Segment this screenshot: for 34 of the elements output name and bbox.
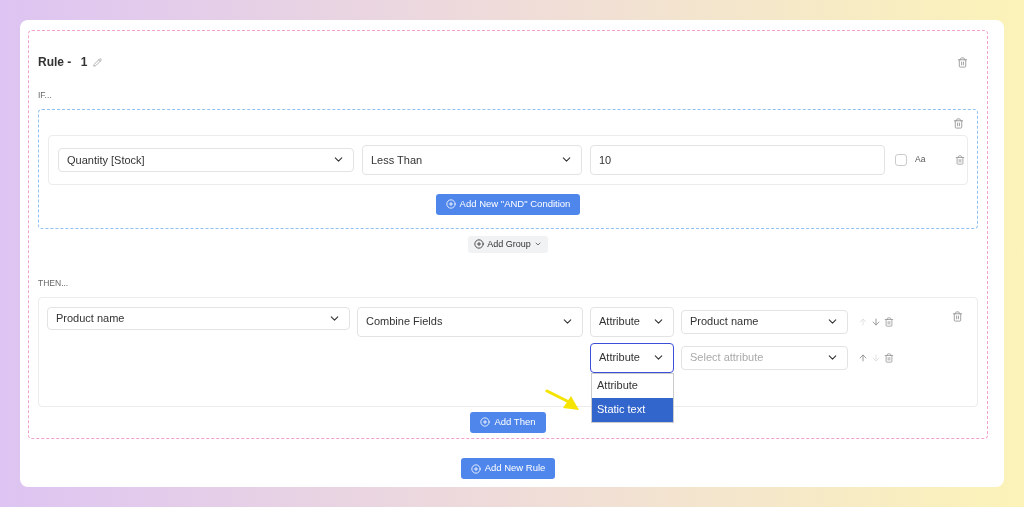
plus-circle-icon — [445, 199, 456, 210]
if-label: IF... — [38, 89, 53, 102]
part-type-select[interactable]: Attribute — [590, 342, 674, 373]
delete-icon[interactable] — [953, 117, 964, 129]
checkbox[interactable] — [895, 153, 907, 166]
case-label: Aa — [915, 153, 926, 167]
add-group-button[interactable]: Add Group — [468, 235, 548, 253]
move-up-icon[interactable] — [858, 352, 868, 363]
menu-option[interactable]: Attribute — [592, 373, 673, 398]
delete-icon[interactable] — [957, 56, 968, 68]
delete-icon[interactable] — [884, 316, 894, 327]
part-value-select[interactable]: Product name — [681, 309, 848, 334]
rule-number: 1 — [80, 54, 88, 71]
rule-title: Rule - — [38, 54, 73, 71]
plus-circle-icon — [474, 239, 485, 250]
value-field[interactable]: 10 — [590, 144, 885, 175]
add-rule-button[interactable]: Add New Rule — [460, 458, 556, 479]
plus-circle-icon — [480, 417, 491, 427]
delete-icon[interactable] — [952, 310, 963, 322]
menu-option[interactable]: Static text — [592, 397, 673, 422]
field-select[interactable]: Product name — [47, 306, 350, 330]
field-select[interactable]: Quantity [Stock] — [58, 147, 354, 172]
pointer-arrow-drawing — [545, 388, 581, 412]
delete-icon[interactable] — [884, 352, 894, 363]
action-select[interactable]: Combine Fields — [357, 306, 583, 337]
plus-circle-icon — [470, 463, 481, 474]
part-type-select[interactable]: Attribute — [590, 306, 674, 337]
edit-icon[interactable] — [93, 57, 103, 67]
add-condition-button[interactable]: Add New "AND" Condition — [435, 193, 581, 215]
delete-icon[interactable] — [955, 154, 966, 165]
move-down-icon[interactable] — [871, 316, 881, 327]
operator-select[interactable]: Less Than — [362, 144, 582, 175]
then-label: THEN... — [38, 276, 70, 290]
add-then-button[interactable]: Add Then — [470, 411, 546, 433]
